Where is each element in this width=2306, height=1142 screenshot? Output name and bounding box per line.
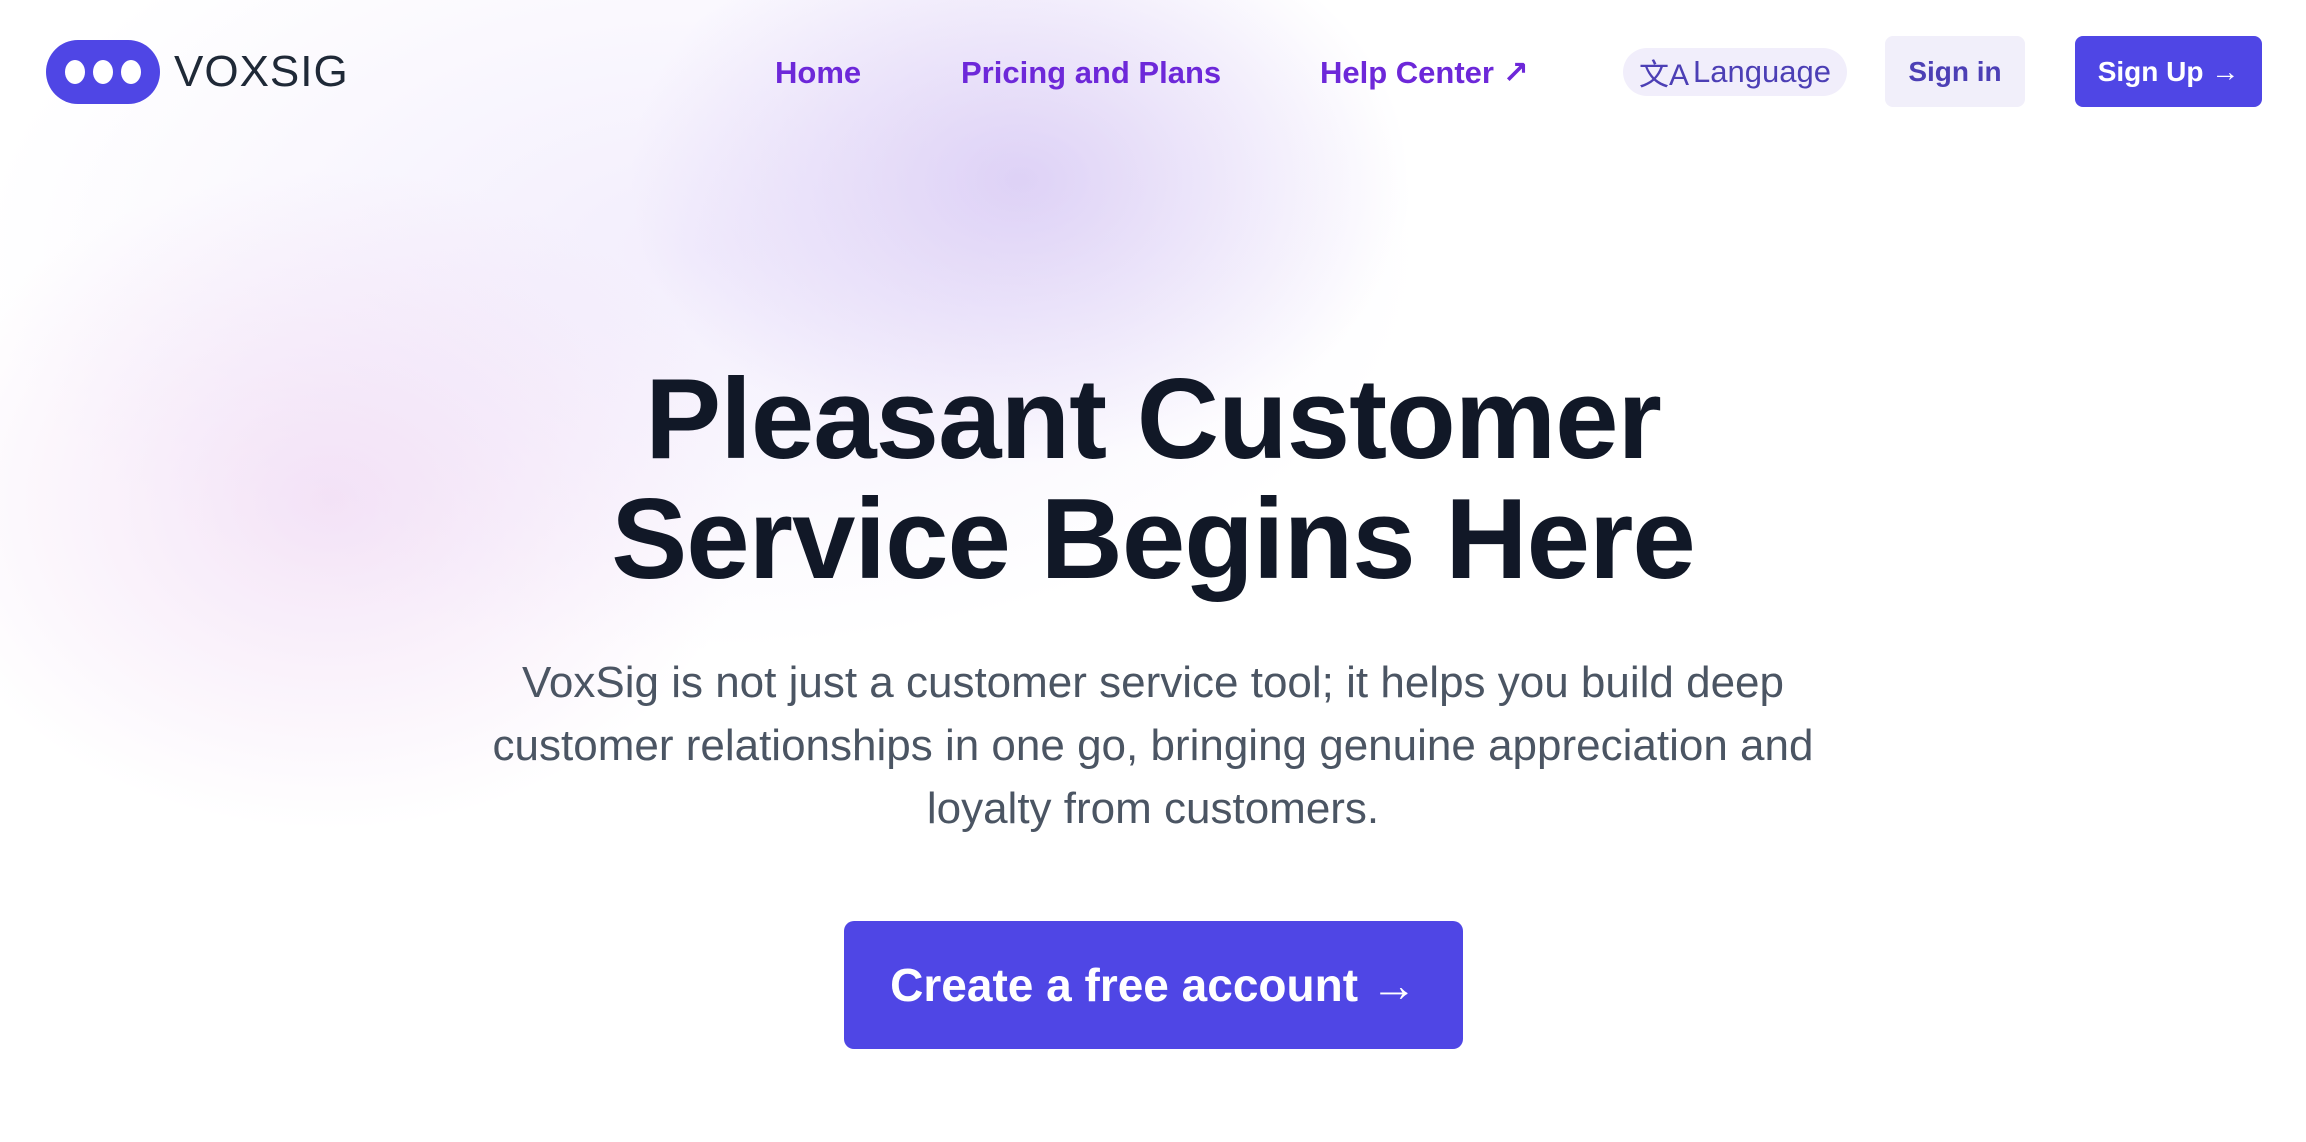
nav-home[interactable]: Home <box>775 52 861 94</box>
translate-icon: 文A <box>1639 59 1690 92</box>
logo-text: VOXSIG <box>174 47 349 96</box>
hero-subtitle: VoxSig is not just a customer service to… <box>492 658 1814 833</box>
hero-title-line-2: Service Begins Here <box>611 476 1696 603</box>
nav-pricing[interactable]: Pricing and Plans <box>961 52 1221 94</box>
sign-up-button[interactable]: Sign Up → <box>2075 36 2262 107</box>
sign-in-button[interactable]: Sign in <box>1885 36 2025 107</box>
hero-title-line-1: Pleasant Customer <box>645 356 1662 483</box>
language-button[interactable]: 文A Language <box>1623 48 1847 96</box>
create-account-button[interactable]: Create a free account → <box>844 921 1463 1049</box>
nav-help-center[interactable]: Help Center ↗ <box>1320 52 1529 94</box>
logo[interactable]: VOXSIG <box>46 40 349 104</box>
hero-title: Pleasant Customer Service Begins Here <box>0 360 2306 600</box>
language-label: Language <box>1693 54 1831 89</box>
logo-icon <box>46 40 160 104</box>
